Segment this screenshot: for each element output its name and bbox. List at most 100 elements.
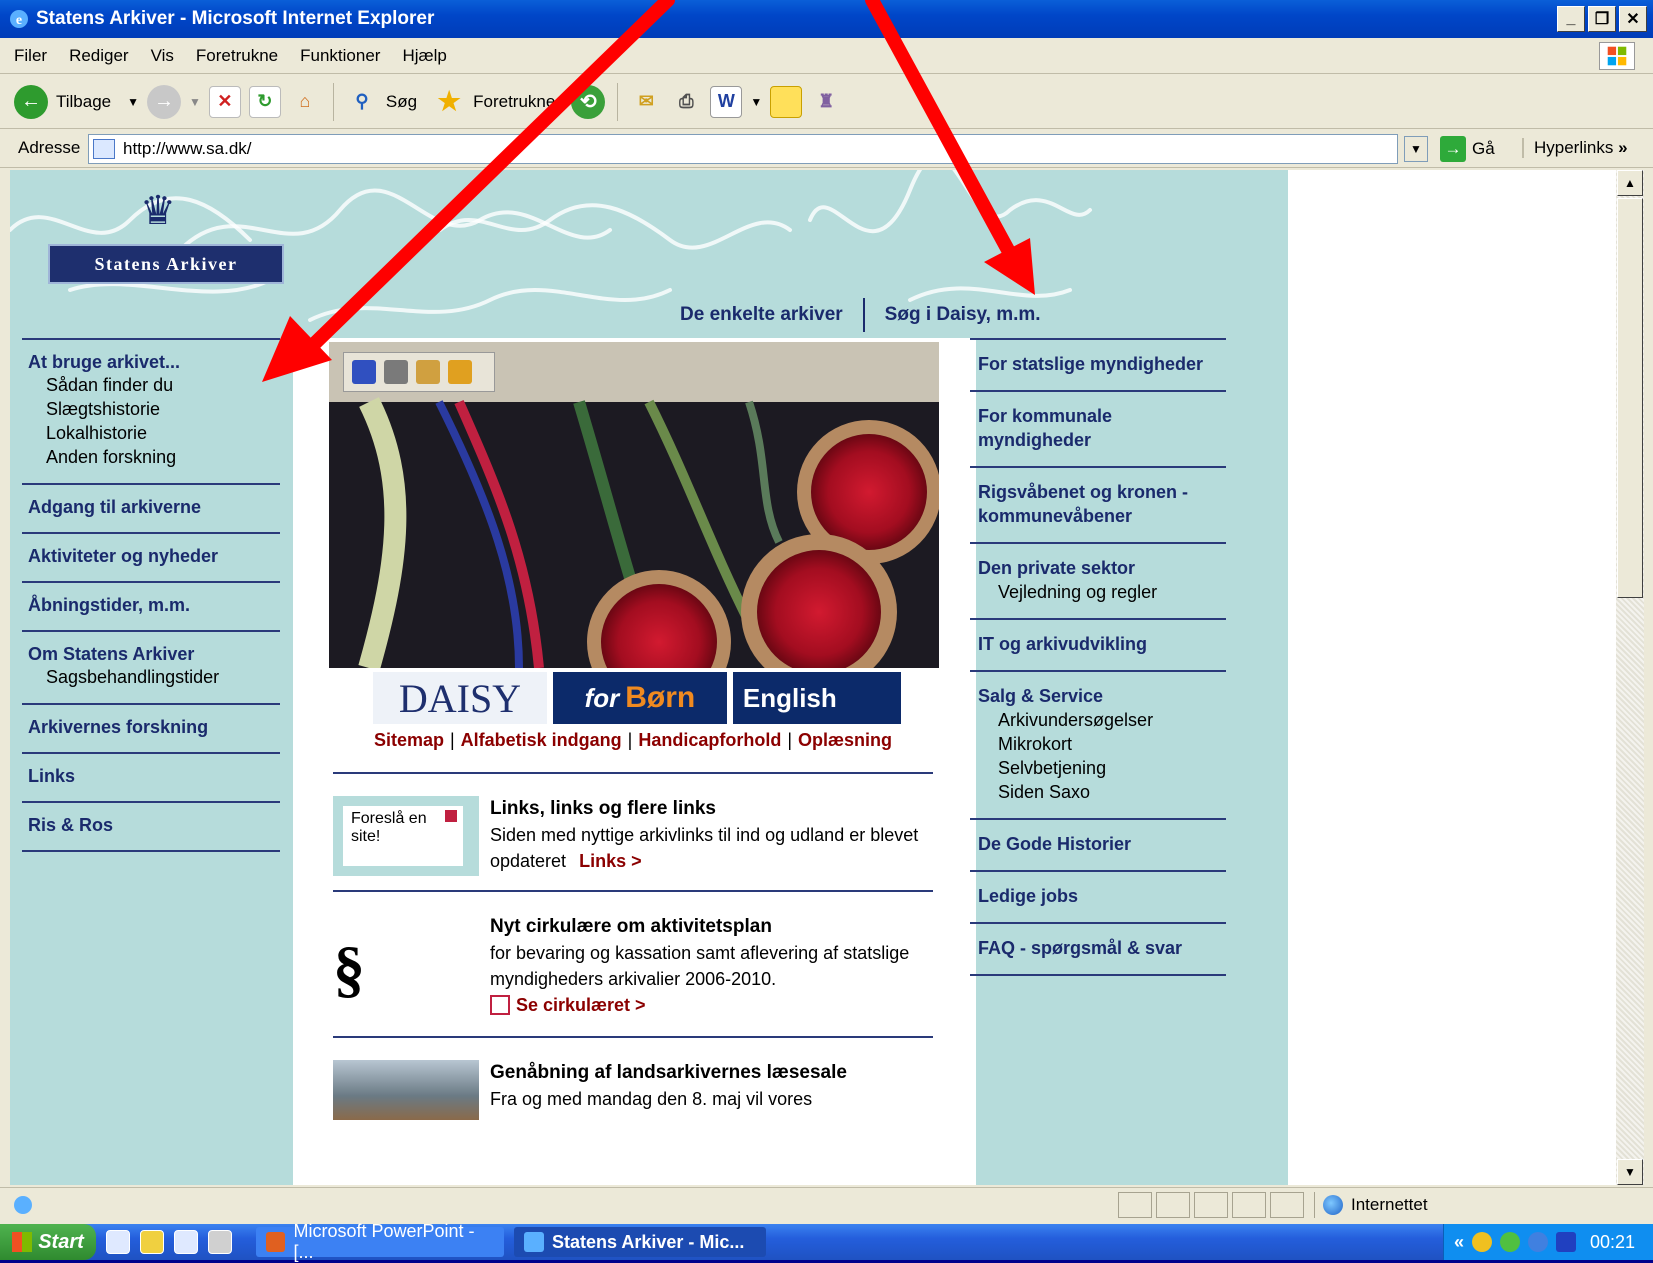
leftnav-subitem[interactable]: Lokalhistorie xyxy=(28,421,274,445)
quicklaunch-ie2-icon[interactable] xyxy=(174,1230,198,1254)
rightnav-subitem[interactable]: Siden Saxo xyxy=(978,780,1222,804)
born-text[interactable]: Børn xyxy=(625,681,695,715)
messenger-icon[interactable]: ♜ xyxy=(810,86,842,118)
link-alfabetisk-indgang[interactable]: Alfabetisk indgang xyxy=(461,730,622,750)
news-more-row[interactable]: Se cirkulæret > xyxy=(490,992,930,1018)
quicklaunch-app-icon[interactable] xyxy=(140,1230,164,1254)
quicklaunch-desktop-icon[interactable] xyxy=(208,1230,232,1254)
rightnav-subitem[interactable]: Vejledning og regler xyxy=(978,580,1222,604)
note-icon[interactable] xyxy=(770,85,803,118)
menu-item-file[interactable]: Filer xyxy=(14,46,47,66)
mail-icon[interactable]: ✉ xyxy=(630,86,662,118)
go-arrow-icon[interactable]: → xyxy=(1440,136,1466,162)
rightnav-item[interactable]: Ledige jobs xyxy=(978,884,1222,908)
scroll-thumb[interactable] xyxy=(1617,198,1643,598)
history-icon[interactable]: ⟲ xyxy=(571,84,606,119)
leftnav-subitem[interactable]: Anden forskning xyxy=(28,445,274,469)
tray-expand-icon[interactable]: « xyxy=(1454,1232,1464,1253)
print-image-icon[interactable] xyxy=(384,360,408,384)
rightnav-subitem[interactable]: Selvbetjening xyxy=(978,756,1222,780)
rightnav-subitem[interactable]: Mikrokort xyxy=(978,732,1222,756)
link-oplaesning[interactable]: Oplæsning xyxy=(798,730,892,750)
go-button[interactable]: → Gå xyxy=(1440,136,1495,162)
rightnav-item[interactable]: Den private sektor xyxy=(978,556,1222,580)
address-input[interactable]: http://www.sa.dk/ xyxy=(88,134,1398,164)
back-button-label[interactable]: Tilbage xyxy=(56,92,111,112)
tray-antivirus-icon[interactable] xyxy=(1556,1232,1577,1252)
forward-arrow-icon[interactable]: → xyxy=(147,84,182,119)
leftnav-item[interactable]: Åbningstider, m.m. xyxy=(28,595,274,616)
english-banner[interactable]: English xyxy=(732,672,901,724)
address-url[interactable]: http://www.sa.dk/ xyxy=(123,139,252,159)
vertical-scrollbar[interactable]: ▲ ▼ xyxy=(1616,170,1644,1185)
favorites-star-icon[interactable]: ★ xyxy=(433,86,465,118)
topnav-sog-i-daisy[interactable]: Søg i Daisy, m.m. xyxy=(885,304,1041,326)
minimize-button[interactable]: _ xyxy=(1557,6,1585,32)
task-powerpoint[interactable]: Microsoft PowerPoint - [... xyxy=(256,1221,504,1262)
daisy-banner[interactable]: DAISY xyxy=(373,672,547,724)
back-dropdown-icon[interactable]: ▼ xyxy=(127,95,139,109)
news-title[interactable]: Genåbning af landsarkivernes læsesale xyxy=(490,1060,930,1086)
leftnav-item[interactable]: Ris & Ros xyxy=(28,815,274,836)
rightnav-subitem[interactable]: Arkivundersøgelser xyxy=(978,708,1222,732)
english-text[interactable]: English xyxy=(743,683,837,714)
menu-item-view[interactable]: Vis xyxy=(151,46,174,66)
task-statens-arkiver[interactable]: Statens Arkiver - Mic... xyxy=(514,1227,766,1257)
for-text[interactable]: for xyxy=(585,683,620,714)
link-handicapforhold[interactable]: Handicapforhold xyxy=(638,730,781,750)
rightnav-item[interactable]: De Gode Historier xyxy=(978,832,1222,856)
rightnav-item[interactable]: Salg & Service xyxy=(978,684,1222,708)
leftnav-subitem[interactable]: Sådan finder du xyxy=(28,373,274,397)
tray-check-icon[interactable] xyxy=(1500,1232,1521,1252)
scroll-up-icon[interactable]: ▲ xyxy=(1617,170,1643,196)
chevron-right-icon[interactable]: » xyxy=(1618,138,1627,157)
for-born-banner[interactable]: for Børn xyxy=(552,672,727,724)
leftnav-item[interactable]: Arkivernes forskning xyxy=(28,717,274,738)
leftnav-subitem[interactable]: Sagsbehandlingstider xyxy=(28,665,274,689)
rightnav-item[interactable]: Rigsvåbenet og kronen - kommunevåbener xyxy=(978,480,1222,528)
daisy-text[interactable]: DAISY xyxy=(399,675,521,722)
stop-icon[interactable]: ✕ xyxy=(208,85,241,118)
statens-arkiver-logo[interactable]: ♛ Statens Arkiver xyxy=(48,188,284,284)
mail-image-icon[interactable] xyxy=(416,360,440,384)
forward-dropdown-icon[interactable]: ▼ xyxy=(189,95,201,109)
edit-dropdown-icon[interactable]: ▼ xyxy=(750,95,762,109)
topnav-de-enkelte-arkiver[interactable]: De enkelte arkiver xyxy=(680,304,843,326)
suggest-site-text[interactable]: Foreslå en site! xyxy=(351,810,427,845)
back-arrow-icon[interactable]: ← xyxy=(14,84,48,119)
reading-room-thumb[interactable] xyxy=(333,1060,479,1120)
close-button[interactable]: ✕ xyxy=(1619,6,1647,32)
leftnav-item[interactable]: Aktiviteter og nyheder xyxy=(28,546,274,567)
task-label[interactable]: Microsoft PowerPoint - [... xyxy=(293,1221,494,1263)
news-more-link[interactable]: Links > xyxy=(579,851,642,871)
news-title[interactable]: Nyt cirkulære om aktivitetsplan xyxy=(490,914,930,940)
word-edit-icon[interactable]: W xyxy=(710,85,743,118)
leftnav-subitem[interactable]: Slægtshistorie xyxy=(28,397,274,421)
quicklaunch-ie-icon[interactable] xyxy=(106,1230,130,1254)
leftnav-item[interactable]: At bruge arkivet... xyxy=(28,352,274,373)
rightnav-item[interactable]: FAQ - spørgsmål & svar xyxy=(978,936,1222,960)
start-label[interactable]: Start xyxy=(38,1231,84,1254)
search-button-label[interactable]: Søg xyxy=(386,92,417,112)
news-more-link[interactable]: Se cirkulæret > xyxy=(516,992,646,1018)
home-icon[interactable]: ⌂ xyxy=(289,86,321,118)
go-label[interactable]: Gå xyxy=(1472,139,1495,159)
start-button[interactable]: Start xyxy=(0,1224,96,1260)
print-icon[interactable]: ⎙ xyxy=(670,86,702,118)
rightnav-item[interactable]: For statslige myndigheder xyxy=(978,352,1222,376)
menu-item-favorites[interactable]: Foretrukne xyxy=(196,46,278,66)
rightnav-item[interactable]: For kommunale myndigheder xyxy=(978,404,1222,452)
suggest-site-card[interactable]: Foreslå en site! xyxy=(343,806,463,866)
scroll-down-icon[interactable]: ▼ xyxy=(1617,1159,1643,1185)
news-title[interactable]: Links, links og flere links xyxy=(490,796,930,822)
favorites-button-label[interactable]: Foretrukne xyxy=(473,92,555,112)
leftnav-item[interactable]: Links xyxy=(28,766,274,787)
refresh-icon[interactable]: ↻ xyxy=(248,85,281,118)
task-label[interactable]: Statens Arkiver - Mic... xyxy=(552,1232,744,1253)
leftnav-item[interactable]: Om Statens Arkiver xyxy=(28,644,274,665)
address-dropdown-icon[interactable]: ▼ xyxy=(1404,136,1428,162)
rightnav-item[interactable]: IT og arkivudvikling xyxy=(978,632,1222,656)
clock[interactable]: 00:21 xyxy=(1590,1232,1635,1253)
leftnav-item[interactable]: Adgang til arkiverne xyxy=(28,497,274,518)
menu-item-edit[interactable]: Rediger xyxy=(69,46,129,66)
